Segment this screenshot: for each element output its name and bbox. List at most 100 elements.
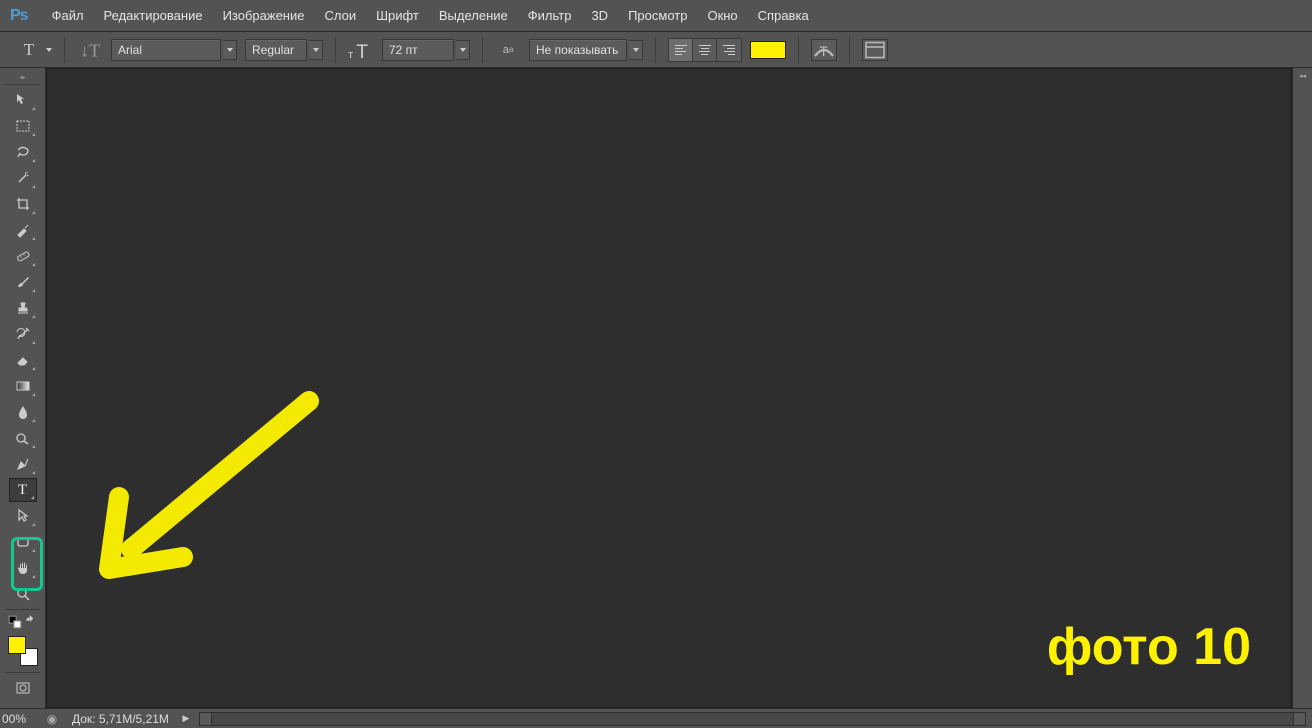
svg-text:т: т [348, 49, 354, 61]
arrow-cursor-icon [15, 508, 31, 524]
blur-tool[interactable] [9, 400, 37, 424]
droplet-icon [15, 404, 31, 420]
svg-text:T: T [820, 44, 828, 59]
align-center-button[interactable] [693, 39, 717, 61]
align-left-button[interactable] [669, 39, 693, 61]
brush-icon [15, 274, 31, 290]
marquee-tool[interactable] [9, 114, 37, 138]
separator [6, 609, 40, 610]
menu-window[interactable]: Окно [697, 4, 747, 27]
app-logo: Ps [10, 7, 28, 25]
menu-image[interactable]: Изображение [213, 4, 315, 27]
options-bar: T ↓T Arial Regular тT 72 пт aa Не показы… [0, 32, 1312, 68]
lasso-tool[interactable] [9, 140, 37, 164]
gradient-tool[interactable] [9, 374, 37, 398]
font-size-icon: тT [348, 38, 374, 62]
move-icon [15, 92, 31, 108]
history-brush-tool[interactable] [9, 322, 37, 346]
doc-size-prefix: Док: [72, 712, 96, 726]
font-weight-field[interactable]: Regular [245, 39, 307, 61]
font-size-dropdown[interactable]: 72 пт [382, 39, 470, 61]
font-family-field[interactable]: Arial [111, 39, 221, 61]
font-size-field[interactable]: 72 пт [382, 39, 454, 61]
canvas-area[interactable]: фото 10 [46, 68, 1292, 708]
svg-text:↓T: ↓T [80, 40, 100, 60]
wand-tool[interactable] [9, 166, 37, 190]
menu-layers[interactable]: Слои [314, 4, 366, 27]
path-select-tool[interactable] [9, 504, 37, 528]
align-right-button[interactable] [717, 39, 741, 61]
default-colors-button[interactable] [8, 615, 22, 629]
menu-file[interactable]: Файл [42, 4, 94, 27]
separator [798, 37, 799, 63]
zoom-level[interactable]: 00% [2, 712, 42, 726]
menu-bar: Ps Файл Редактирование Изображение Слои … [0, 0, 1312, 32]
foreground-color-well[interactable] [8, 636, 26, 654]
quick-mask-button[interactable] [9, 676, 37, 700]
status-flyout-icon[interactable]: ▶ [179, 713, 193, 724]
crop-icon [15, 196, 31, 212]
tool-preset-dropdown-icon[interactable] [46, 48, 52, 52]
annotation-arrow-icon [71, 389, 321, 589]
dodge-tool[interactable] [9, 426, 37, 450]
svg-text:T: T [356, 41, 368, 63]
workspace: T фото 10 ◂◂ [0, 68, 1312, 708]
eyedropper-tool[interactable] [9, 218, 37, 242]
horizontal-scrollbar[interactable] [199, 712, 1306, 726]
font-family-dropdown[interactable]: Arial [111, 39, 237, 61]
separator [6, 672, 40, 673]
chevron-down-icon[interactable] [223, 40, 237, 60]
doc-size-value: 5,71M/5,21M [99, 712, 169, 726]
antialias-dropdown[interactable]: Не показывать [529, 39, 643, 61]
font-weight-dropdown[interactable]: Regular [245, 39, 323, 61]
annotation-caption: фото 10 [1047, 617, 1251, 677]
pen-tool[interactable] [9, 452, 37, 476]
text-tool-icon[interactable]: T [16, 38, 42, 62]
menu-select[interactable]: Выделение [429, 4, 518, 27]
swap-colors-button[interactable] [24, 615, 38, 629]
healing-tool[interactable] [9, 244, 37, 268]
eraser-icon [15, 352, 31, 368]
stamp-icon [15, 300, 31, 316]
stamp-tool[interactable] [9, 296, 37, 320]
chevron-down-icon[interactable] [309, 40, 323, 60]
menu-3d[interactable]: 3D [581, 4, 618, 27]
eyedropper-icon [15, 222, 31, 238]
menu-filter[interactable]: Фильтр [518, 4, 582, 27]
separator [482, 37, 483, 63]
align-left-icon [675, 45, 687, 55]
text-color-swatch[interactable] [750, 41, 786, 59]
brush-tool[interactable] [9, 270, 37, 294]
menu-view[interactable]: Просмотр [618, 4, 697, 27]
crop-tool[interactable] [9, 192, 37, 216]
chevron-down-icon[interactable] [456, 40, 470, 60]
eraser-tool[interactable] [9, 348, 37, 372]
quick-mask-icon [15, 680, 31, 696]
default-colors-icon [8, 614, 22, 630]
type-tool[interactable]: T [9, 478, 37, 502]
text-orientation-icon[interactable]: ↓T [77, 38, 103, 62]
text-align-group [668, 38, 742, 62]
warp-text-button[interactable]: T [811, 39, 837, 61]
type-icon: T [18, 482, 27, 499]
pen-icon [15, 456, 31, 472]
annotation-highlight [11, 537, 43, 591]
menu-edit[interactable]: Редактирование [94, 4, 213, 27]
gradient-icon [15, 378, 31, 394]
menu-help[interactable]: Справка [748, 4, 819, 27]
panel-expand-icon[interactable]: ◂◂ [1299, 72, 1306, 80]
antialias-field[interactable]: Не показывать [529, 39, 627, 61]
menu-type[interactable]: Шрифт [366, 4, 429, 27]
panel-grip-icon[interactable] [4, 72, 42, 82]
character-panel-button[interactable] [862, 39, 888, 61]
right-panel-collapsed[interactable]: ◂◂ [1292, 68, 1312, 708]
dodge-icon [15, 430, 31, 446]
chevron-down-icon[interactable] [629, 40, 643, 60]
lasso-icon [15, 144, 31, 160]
move-tool[interactable] [9, 88, 37, 112]
separator [655, 37, 656, 63]
marquee-icon [15, 118, 31, 134]
color-wells[interactable] [8, 636, 38, 666]
warp-text-icon: T [812, 38, 836, 62]
document-size-label[interactable]: Док: 5,71M/5,21M [62, 712, 179, 726]
